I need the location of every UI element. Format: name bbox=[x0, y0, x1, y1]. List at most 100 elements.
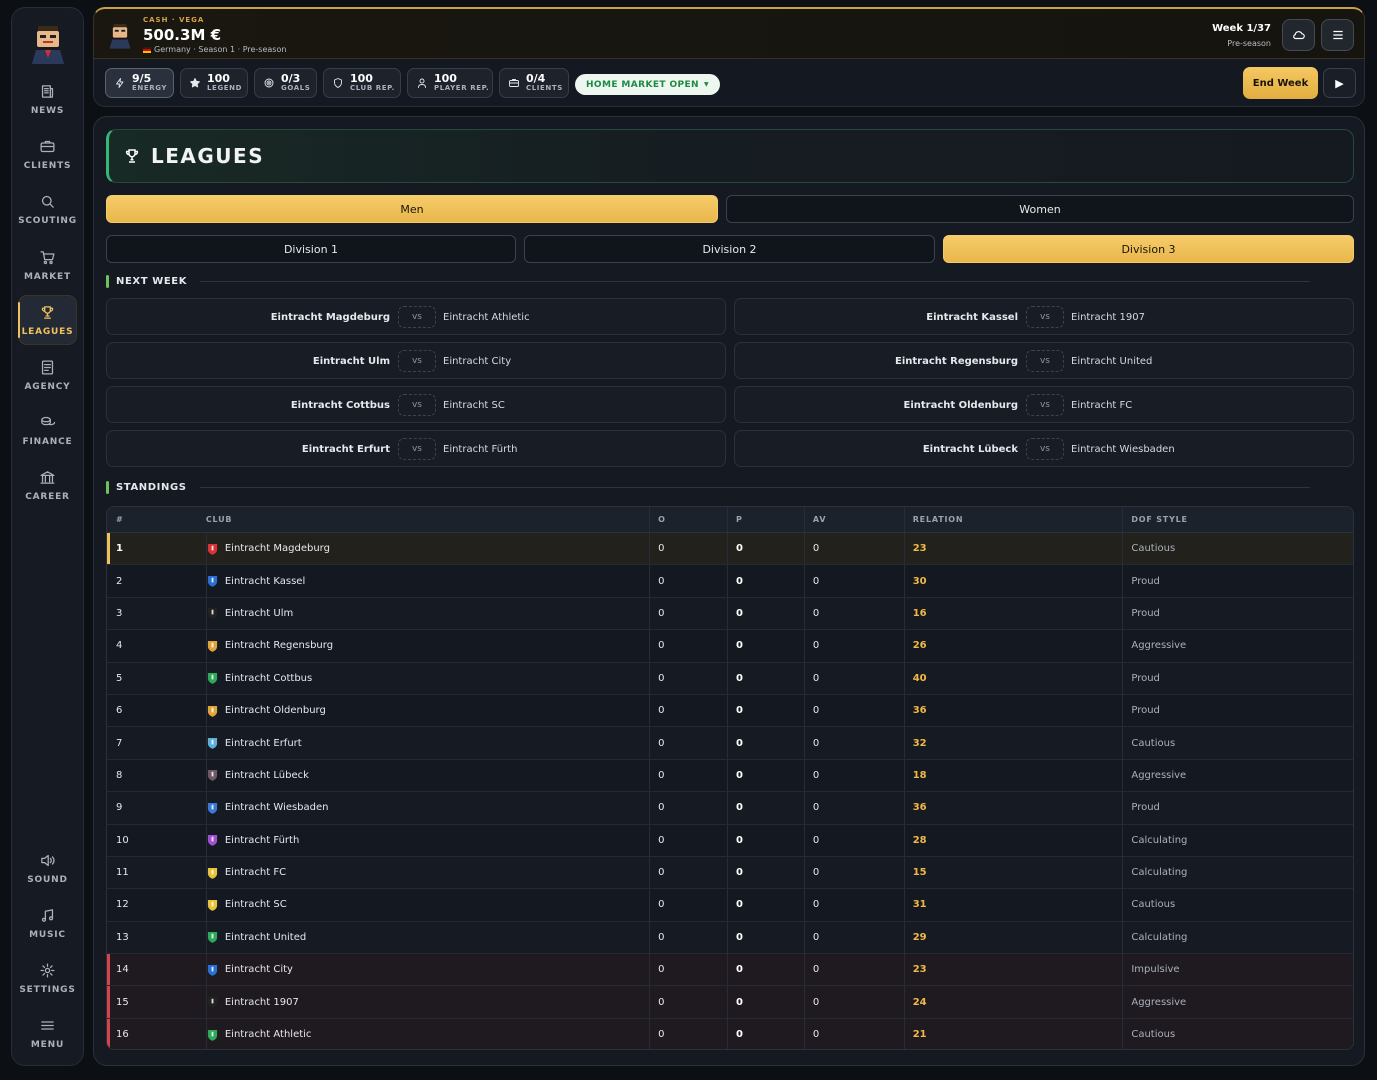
tab-men[interactable]: Men bbox=[106, 195, 718, 223]
club-name[interactable]: Eintracht Lübeck bbox=[225, 770, 309, 781]
standings-heading: STANDINGS bbox=[106, 480, 1310, 494]
club-name[interactable]: Eintracht Erfurt bbox=[225, 738, 302, 749]
table-row[interactable]: 2 Eintracht Kassel 0 0 0 30 Proud bbox=[107, 565, 1353, 598]
cloud-save-button[interactable] bbox=[1282, 19, 1315, 51]
club-name[interactable]: Eintracht Athletic bbox=[225, 1029, 312, 1040]
table-row[interactable]: 15 Eintracht 1907 0 0 0 24 Aggressive bbox=[107, 986, 1353, 1019]
col-av[interactable]: AV bbox=[803, 507, 904, 532]
club-name[interactable]: Eintracht United bbox=[225, 932, 306, 943]
hamburger-icon bbox=[41, 1021, 54, 1030]
fixture-card[interactable]: Eintracht Regensburg vs Eintracht United bbox=[734, 342, 1354, 379]
fixture-card[interactable]: Eintracht Oldenburg vs Eintracht FC bbox=[734, 386, 1354, 423]
position: 7 bbox=[116, 737, 123, 749]
avatar-icon bbox=[109, 23, 131, 49]
stat-club-rep[interactable]: 100 CLUB REP. bbox=[323, 68, 401, 98]
fixture-card[interactable]: Eintracht Ulm vs Eintracht City bbox=[106, 342, 726, 379]
table-row[interactable]: 13 Eintracht United 0 0 0 29 Calculating bbox=[107, 921, 1353, 955]
club-name[interactable]: Eintracht Regensburg bbox=[225, 640, 333, 651]
table-row[interactable]: 10 Eintracht Fürth 0 0 0 28 Calculating bbox=[107, 824, 1353, 857]
sidebar-item-finance[interactable]: FINANCE bbox=[18, 405, 77, 455]
sidebar-item-settings[interactable]: SETTINGS bbox=[18, 953, 77, 1003]
tab-division-1[interactable]: Division 1 bbox=[106, 235, 516, 263]
play-button[interactable]: ▶ bbox=[1323, 68, 1356, 98]
relation-value: 28 bbox=[903, 824, 1123, 856]
sidebar-item-leagues[interactable]: LEAGUES bbox=[18, 295, 77, 345]
table-row[interactable]: 12 Eintracht SC 0 0 0 31 Cautious bbox=[107, 889, 1353, 922]
dof-style: Cautious bbox=[1122, 727, 1353, 759]
tab-division-2[interactable]: Division 2 bbox=[524, 235, 935, 263]
club-name[interactable]: Eintracht Wiesbaden bbox=[225, 802, 329, 813]
club-name[interactable]: Eintracht Kassel bbox=[225, 576, 305, 587]
stat-clients[interactable]: 0/4 CLIENTS bbox=[499, 68, 569, 98]
sidebar-item-agency[interactable]: AGENCY bbox=[18, 350, 77, 400]
club-name[interactable]: Eintracht Oldenburg bbox=[225, 705, 326, 716]
club-crest-icon bbox=[207, 673, 217, 685]
col-relation[interactable]: RELATION bbox=[903, 507, 1123, 532]
end-week-button[interactable]: End Week bbox=[1243, 67, 1318, 99]
sidebar-item-sound[interactable]: SOUND bbox=[18, 843, 77, 893]
fixture-card[interactable]: Eintracht Lübeck vs Eintracht Wiesbaden bbox=[734, 430, 1354, 467]
stat-player-rep[interactable]: 100 PLAYER REP. bbox=[407, 68, 493, 98]
club-name[interactable]: Eintracht 1907 bbox=[225, 997, 299, 1008]
menu-button[interactable] bbox=[1321, 19, 1354, 51]
fixture-card[interactable]: Eintracht Kassel vs Eintracht 1907 bbox=[734, 298, 1354, 335]
club-name[interactable]: Eintracht FC bbox=[225, 867, 286, 878]
germany-flag-icon bbox=[143, 46, 151, 53]
stat-av: 0 bbox=[803, 662, 904, 694]
table-row[interactable]: 11 Eintracht FC 0 0 0 15 Calculating bbox=[107, 856, 1353, 890]
stat-av: 0 bbox=[803, 954, 904, 986]
stat-goals[interactable]: 0/3 GOALS bbox=[254, 68, 317, 98]
sidebar-item-news[interactable]: NEWS bbox=[18, 74, 77, 124]
sidebar-item-music[interactable]: MUSIC bbox=[18, 898, 77, 948]
stat-av: 0 bbox=[803, 856, 904, 889]
cloud-icon bbox=[1292, 31, 1305, 40]
table-row[interactable]: 14 Eintracht City 0 0 0 23 Impulsive bbox=[107, 954, 1353, 987]
stat-o: 0 bbox=[649, 694, 727, 727]
dof-style: Cautious bbox=[1122, 889, 1353, 921]
table-row[interactable]: 3 Eintracht Ulm 0 0 0 16 Proud bbox=[107, 597, 1353, 631]
table-row[interactable]: 4 Eintracht Regensburg 0 0 0 26 Aggressi… bbox=[107, 630, 1353, 663]
tab-women[interactable]: Women bbox=[726, 195, 1354, 223]
tab-division-3[interactable]: Division 3 bbox=[943, 235, 1354, 263]
sidebar-item-scouting[interactable]: SCOUTING bbox=[18, 184, 77, 234]
table-row[interactable]: 1 Eintracht Magdeburg 0 0 0 23 Cautious bbox=[107, 533, 1353, 566]
col-position[interactable]: # bbox=[107, 507, 206, 532]
stat-energy[interactable]: 9/5 ENERGY bbox=[105, 68, 174, 98]
club-crest-icon bbox=[207, 737, 217, 749]
fixture-card[interactable]: Eintracht Cottbus vs Eintracht SC bbox=[106, 386, 726, 423]
sidebar-item-label: MARKET bbox=[24, 271, 71, 282]
table-row[interactable]: 8 Eintracht Lübeck 0 0 0 18 Aggressive bbox=[107, 759, 1353, 793]
sidebar-item-career[interactable]: CAREER bbox=[18, 460, 77, 510]
club-name[interactable]: Eintracht Fürth bbox=[225, 835, 299, 846]
table-row[interactable]: 5 Eintracht Cottbus 0 0 0 40 Proud bbox=[107, 662, 1353, 695]
club-name[interactable]: Eintracht Magdeburg bbox=[225, 543, 330, 554]
col-p[interactable]: P bbox=[726, 507, 804, 532]
home-market-dropdown[interactable]: HOME MARKET OPEN ▼ bbox=[575, 74, 721, 95]
col-dof-style[interactable]: DOF STYLE bbox=[1122, 507, 1353, 532]
club-name[interactable]: Eintracht City bbox=[225, 964, 293, 975]
manager-mini-avatar[interactable] bbox=[106, 20, 134, 50]
sidebar-item-market[interactable]: MARKET bbox=[18, 240, 77, 290]
stat-o: 0 bbox=[649, 662, 727, 694]
stat-legend[interactable]: 100 LEGEND bbox=[180, 68, 248, 98]
stat-av: 0 bbox=[803, 921, 904, 954]
stat-av: 0 bbox=[803, 727, 904, 759]
club-name[interactable]: Eintracht SC bbox=[225, 899, 287, 910]
stat-av: 0 bbox=[803, 533, 904, 565]
fixture-card[interactable]: Eintracht Erfurt vs Eintracht Fürth bbox=[106, 430, 726, 467]
table-row[interactable]: 7 Eintracht Erfurt 0 0 0 32 Cautious bbox=[107, 727, 1353, 760]
sidebar-item-clients[interactable]: CLIENTS bbox=[18, 129, 77, 179]
col-club[interactable]: CLUB bbox=[206, 507, 649, 532]
club-name[interactable]: Eintracht Ulm bbox=[225, 608, 293, 619]
fixture-card[interactable]: Eintracht Magdeburg vs Eintracht Athleti… bbox=[106, 298, 726, 335]
stat-p: 0 bbox=[726, 889, 804, 921]
away-team: Eintracht City bbox=[443, 356, 512, 367]
table-row[interactable]: 16 Eintracht Athletic 0 0 0 21 Cautious bbox=[107, 1018, 1353, 1049]
sidebar-item-label: LEAGUES bbox=[21, 326, 74, 337]
sidebar-item-menu[interactable]: MENU bbox=[18, 1008, 77, 1058]
manager-avatar[interactable] bbox=[26, 20, 70, 66]
col-o[interactable]: O bbox=[649, 507, 727, 532]
table-row[interactable]: 6 Eintracht Oldenburg 0 0 0 36 Proud bbox=[107, 694, 1353, 728]
table-row[interactable]: 9 Eintracht Wiesbaden 0 0 0 36 Proud bbox=[107, 792, 1353, 825]
club-name[interactable]: Eintracht Cottbus bbox=[225, 673, 312, 684]
